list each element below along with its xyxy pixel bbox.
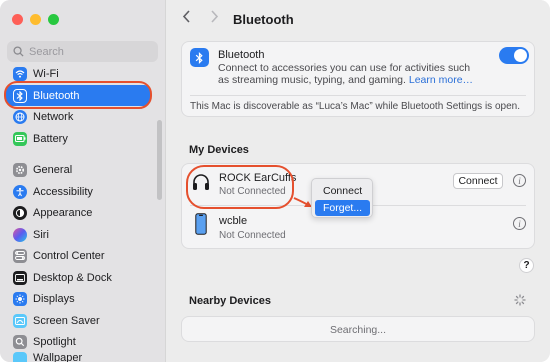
annotation-arrow-icon (293, 197, 312, 207)
menu-item-forget[interactable]: Forget... (315, 200, 370, 216)
device-context-menu: Connect Forget... (311, 178, 373, 218)
settings-window: Wi-Fi Bluetooth Network Battery General (0, 0, 550, 362)
menu-item-connect[interactable]: Connect (315, 183, 370, 199)
